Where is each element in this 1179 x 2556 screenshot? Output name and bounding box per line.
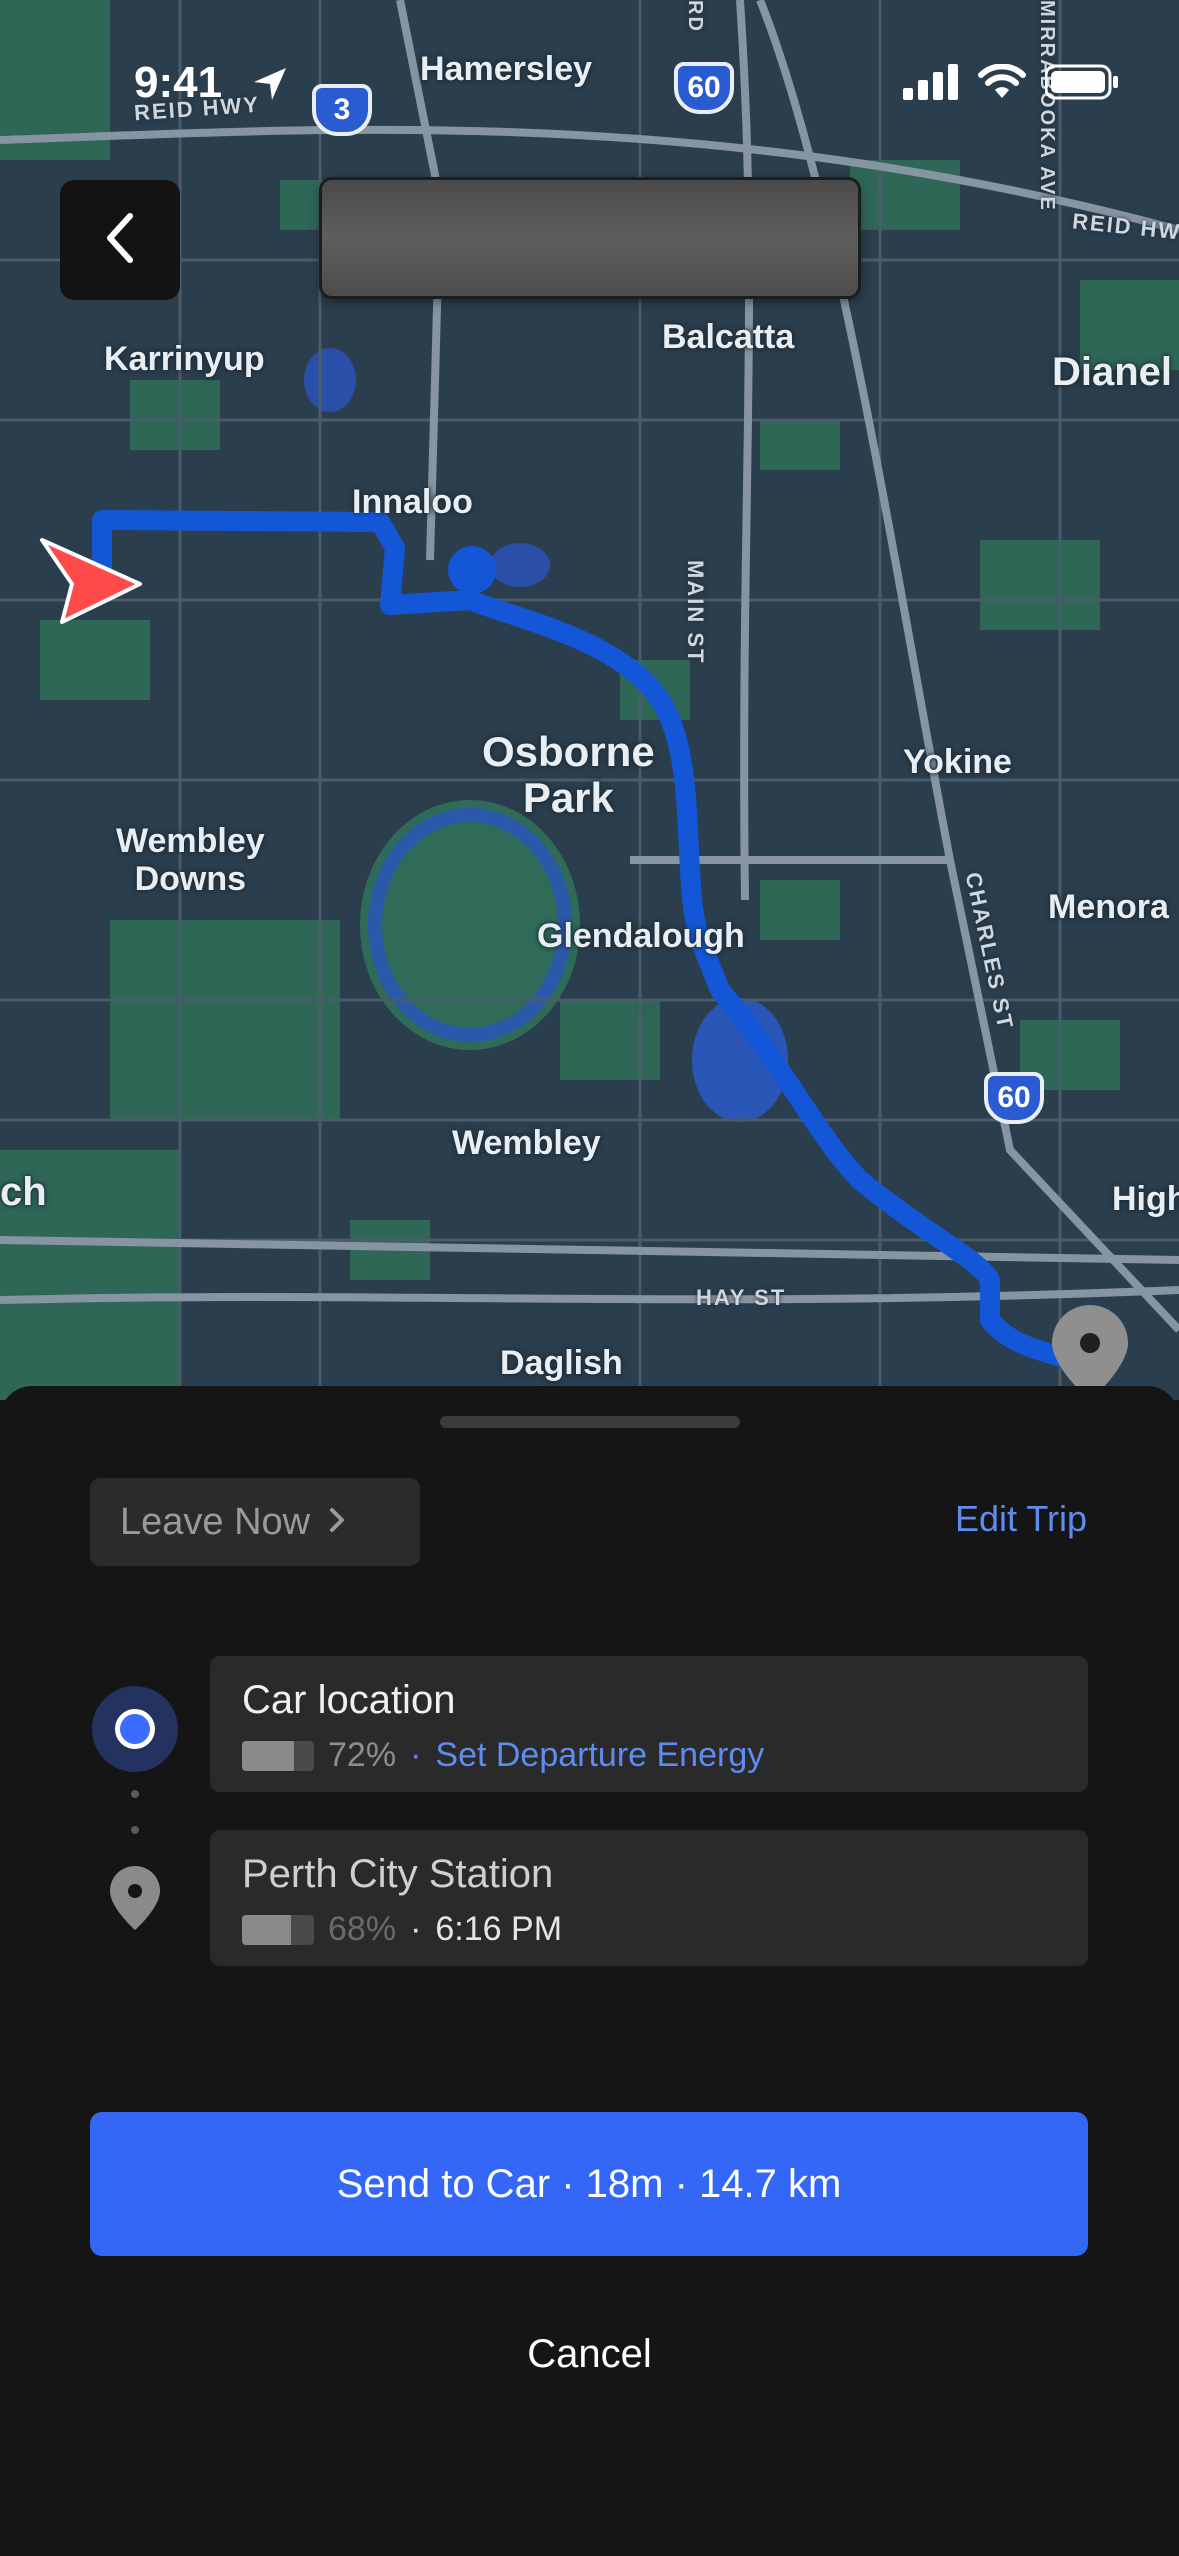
- origin-battery-bar: [242, 1740, 314, 1771]
- street-label-mirrabooka-ave: MIRRABOOKA AVE: [1036, 0, 1058, 212]
- set-departure-energy-link[interactable]: Set Departure Energy: [435, 1736, 764, 1775]
- destination-subline: 68% · 6:16 PM: [242, 1910, 562, 1949]
- street-label-rd: RD: [684, 0, 706, 33]
- cancel-button[interactable]: Cancel: [0, 2332, 1179, 2377]
- battery-icon: [1044, 64, 1119, 105]
- chevron-right-icon: [328, 1501, 346, 1544]
- place-label-osborne-park: Osborne Park: [482, 729, 655, 821]
- place-label-karrinyup: Karrinyup: [104, 340, 265, 378]
- place-label-wembley-downs: Wembley Downs: [116, 822, 265, 898]
- place-label-daglish: Daglish: [500, 1344, 623, 1382]
- leave-now-button[interactable]: Leave Now: [90, 1478, 420, 1566]
- sheet-grabber[interactable]: [440, 1416, 740, 1428]
- place-label-partial-right: High: [1112, 1180, 1179, 1218]
- street-label-main-st: MAIN ST: [683, 560, 708, 665]
- street-label-hay-st: HAY ST: [696, 1285, 787, 1310]
- place-label-innaloo: Innaloo: [352, 483, 473, 521]
- send-to-car-button[interactable]: Send to Car · 18m · 14.7 km: [90, 2112, 1088, 2256]
- route-shield-60-bottom: 60: [984, 1072, 1044, 1124]
- back-button[interactable]: [60, 180, 180, 300]
- place-label-osborne: Osborne: [482, 728, 655, 775]
- route-shield-60-top: 60: [674, 62, 734, 114]
- origin-marker-icon: [92, 1686, 178, 1772]
- place-label-partial-left: ch: [0, 1170, 47, 1214]
- place-label-wembley-downs-1: Wembley: [116, 822, 265, 860]
- status-time: 9:41: [134, 58, 223, 107]
- place-label-wembley-downs-2: Downs: [134, 860, 247, 898]
- origin-card[interactable]: Car location 72% · Set Departure Energy: [210, 1656, 1088, 1792]
- place-label-menora: Menora: [1048, 888, 1169, 926]
- trip-sheet: Leave Now Edit Trip: [0, 1386, 1179, 2556]
- place-label-dianella: Dianel: [1052, 350, 1173, 394]
- place-label-park: Park: [522, 774, 614, 821]
- destination-battery-bar: [242, 1914, 314, 1945]
- origin-separator: ·: [410, 1736, 422, 1774]
- place-label-yokine: Yokine: [903, 743, 1012, 781]
- connector-dot: [131, 1826, 139, 1834]
- destination-search-box[interactable]: [322, 180, 858, 296]
- connector-dot: [131, 1790, 139, 1798]
- wifi-icon: [977, 63, 1027, 105]
- destination-card[interactable]: Perth City Station 68% · 6:16 PM: [210, 1830, 1088, 1966]
- arrival-time: 6:16 PM: [435, 1910, 563, 1948]
- location-arrow-icon: [250, 64, 290, 109]
- destination-title: Perth City Station: [242, 1852, 554, 1896]
- place-label-hamersley: Hamersley: [420, 50, 593, 88]
- destination-separator: ·: [410, 1910, 422, 1948]
- place-label-wembley: Wembley: [452, 1124, 601, 1162]
- origin-title: Car location: [242, 1678, 456, 1722]
- origin-battery-percent: 72%: [328, 1736, 397, 1774]
- place-label-balcatta: Balcatta: [662, 318, 795, 356]
- leave-now-label: Leave Now: [120, 1500, 311, 1543]
- signal-icon: [903, 64, 959, 105]
- chevron-left-icon: [100, 210, 140, 271]
- destination-battery-percent: 68%: [328, 1910, 397, 1948]
- place-label-glendalough: Glendalough: [537, 917, 745, 955]
- origin-subline: 72% · Set Departure Energy: [242, 1736, 764, 1775]
- destination-marker-icon: [110, 1866, 160, 1935]
- status-icons: [903, 63, 1119, 105]
- edit-trip-link[interactable]: Edit Trip: [955, 1498, 1087, 1540]
- route-shield-3: 3: [312, 84, 372, 136]
